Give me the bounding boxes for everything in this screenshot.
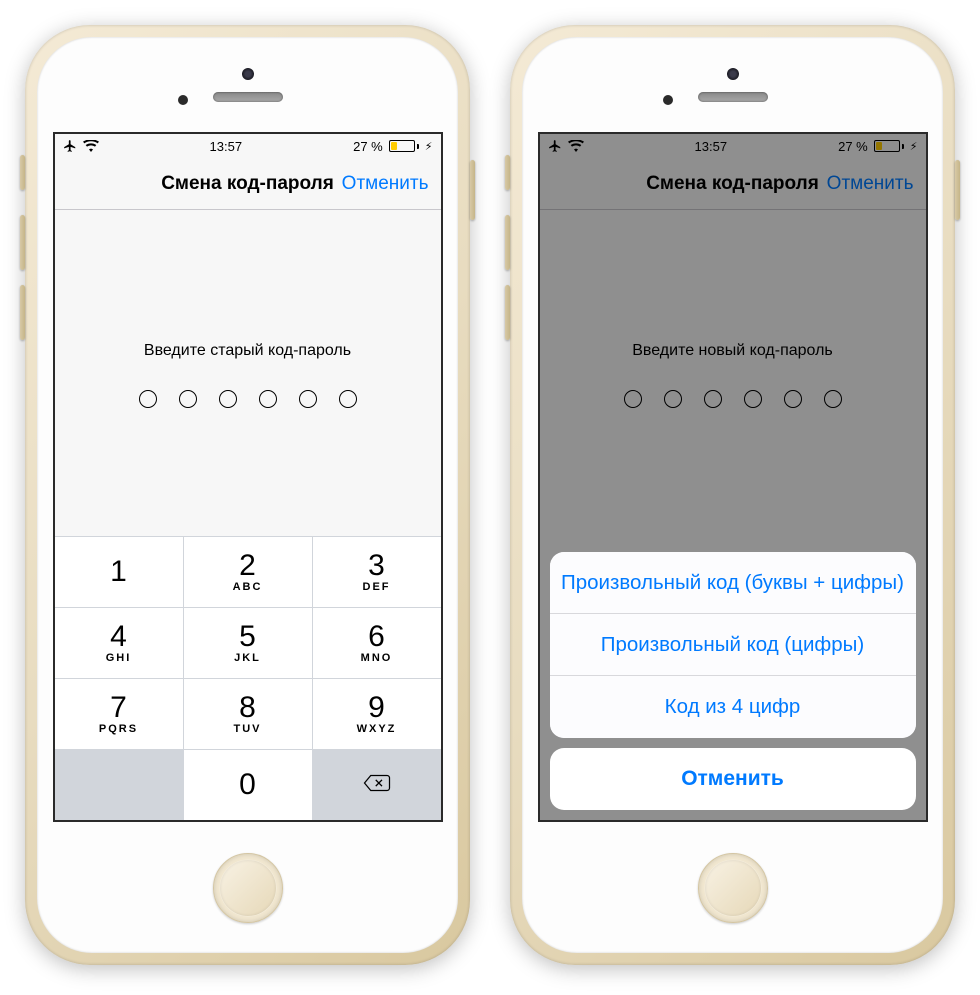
front-camera [727,68,739,80]
status-bar: 13:57 27 % ⚡︎ [55,134,441,158]
airplane-mode-icon [63,139,77,153]
passcode-dot [139,390,157,408]
key-3[interactable]: 3DEF [313,537,441,607]
volume-up-button [505,215,510,270]
airplane-mode-icon [548,139,562,153]
passcode-dot [299,390,317,408]
proximity-sensor [178,95,188,105]
battery-percent: 27 % [838,139,868,154]
battery-icon [389,140,419,152]
key-6[interactable]: 6MNO [313,608,441,678]
earpiece-speaker [213,92,283,102]
front-camera [242,68,254,80]
charging-icon: ⚡︎ [910,140,918,153]
status-time: 13:57 [695,139,728,154]
page-title: Смена код-пароля [646,173,819,195]
passcode-dot [784,390,802,408]
passcode-dot [824,390,842,408]
sheet-option-numeric[interactable]: Произвольный код (цифры) [550,614,916,676]
proximity-sensor [663,95,673,105]
nav-bar: Смена код-пароля Отменить [55,158,441,210]
passcode-dot [339,390,357,408]
top-sensors [522,37,943,132]
sheet-cancel-button[interactable]: Отменить [550,748,916,810]
key-2[interactable]: 2ABC [184,537,312,607]
cancel-button[interactable]: Отменить [342,173,429,195]
earpiece-speaker [698,92,768,102]
wifi-icon [83,140,99,152]
mute-switch [505,155,510,190]
key-8[interactable]: 8TUV [184,679,312,749]
key-5[interactable]: 5JKL [184,608,312,678]
home-button[interactable] [698,853,768,923]
passcode-dot [259,390,277,408]
volume-down-button [505,285,510,340]
numeric-keypad: 1 2ABC 3DEF 4GHI 5JKL 6MNO 7PQRS 8TUV 9W… [55,536,441,820]
top-sensors [37,37,458,132]
passcode-dot [219,390,237,408]
key-1[interactable]: 1 [55,537,183,607]
passcode-dot [744,390,762,408]
power-button [955,160,960,220]
passcode-prompt: Введите новый код-пароль [632,342,833,360]
passcode-dot [179,390,197,408]
key-4[interactable]: 4GHI [55,608,183,678]
page-title: Смена код-пароля [161,173,334,195]
charging-icon: ⚡︎ [425,140,433,153]
key-blank [55,750,183,820]
screen: 13:57 27 % ⚡︎ Смена код-пароля Отмен [53,132,443,822]
sheet-option-4digit[interactable]: Код из 4 цифр [550,676,916,738]
volume-up-button [20,215,25,270]
screen: 13:57 27 % ⚡︎ Смена код-пароля Отмен [538,132,928,822]
nav-bar: Смена код-пароля Отменить [540,158,926,210]
passcode-dot [664,390,682,408]
passcode-prompt: Введите старый код-пароль [144,342,351,360]
battery-icon [874,140,904,152]
cancel-button[interactable]: Отменить [827,173,914,195]
status-bar: 13:57 27 % ⚡︎ [540,134,926,158]
status-time: 13:57 [210,139,243,154]
power-button [470,160,475,220]
key-7[interactable]: 7PQRS [55,679,183,749]
battery-percent: 27 % [353,139,383,154]
volume-down-button [20,285,25,340]
passcode-dot [704,390,722,408]
passcode-dots [139,390,357,408]
backspace-key[interactable] [313,750,441,820]
passcode-dots [624,390,842,408]
mute-switch [20,155,25,190]
backspace-icon [363,773,391,797]
phone-device-right: 13:57 27 % ⚡︎ Смена код-пароля Отмен [510,25,955,965]
home-button[interactable] [213,853,283,923]
sheet-option-alphanumeric[interactable]: Произвольный код (буквы + цифры) [550,552,916,614]
key-0[interactable]: 0 [184,750,312,820]
passcode-dot [624,390,642,408]
wifi-icon [568,140,584,152]
phone-device-left: 13:57 27 % ⚡︎ Смена код-пароля Отмен [25,25,470,965]
key-9[interactable]: 9WXYZ [313,679,441,749]
